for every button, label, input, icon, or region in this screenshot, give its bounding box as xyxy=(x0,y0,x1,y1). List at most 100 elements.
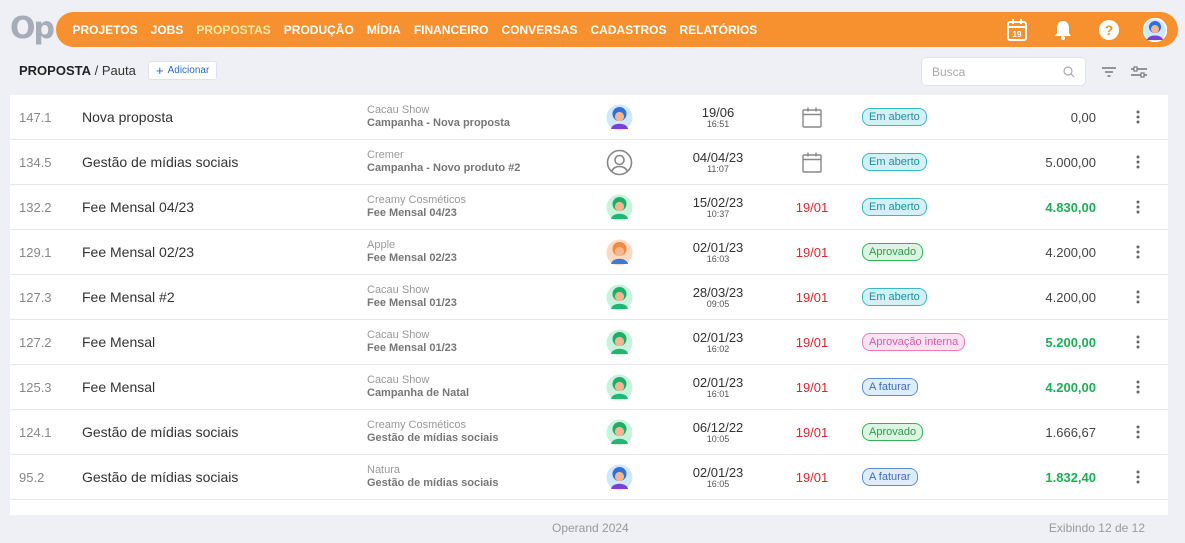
proposal-name[interactable]: Nova proposta xyxy=(82,95,173,139)
menu-item-6[interactable]: CONVERSAS xyxy=(495,23,584,37)
menu-item-3[interactable]: PRODUÇÃO xyxy=(277,23,360,37)
row-actions-button[interactable] xyxy=(1128,455,1148,499)
project-name: Fee Mensal 01/23 xyxy=(367,342,457,354)
responsible-avatar[interactable] xyxy=(606,140,633,184)
calendar-icon xyxy=(802,152,822,173)
breadcrumb-section[interactable]: PROPOSTA xyxy=(19,63,91,78)
responsible-avatar[interactable] xyxy=(606,455,633,499)
due-date[interactable]: 19/01 xyxy=(794,275,830,319)
table-row[interactable]: 95.2 Gestão de mídias sociais Natura Gestão… xyxy=(10,455,1168,500)
status-cell: Aprovação interna xyxy=(862,320,966,364)
menu-item-8[interactable]: RELATÓRIOS xyxy=(673,23,764,37)
user-avatar-button[interactable] xyxy=(1142,17,1168,43)
proposal-name[interactable]: Gestão de mídias sociais xyxy=(82,140,238,184)
menu-item-0[interactable]: PROJETOS xyxy=(66,23,144,37)
status-badge[interactable]: Em aberto xyxy=(862,198,927,216)
help-button[interactable]: ? xyxy=(1096,17,1122,43)
proposal-name[interactable]: Fee Mensal xyxy=(82,320,155,364)
more-vertical-icon xyxy=(1136,335,1140,349)
client-name: Creamy Cosméticos xyxy=(367,194,467,206)
client-name: Natura xyxy=(367,464,401,476)
project-name: Campanha de Natal xyxy=(367,387,470,399)
menu-item-4[interactable]: MÍDIA xyxy=(360,23,407,37)
notifications-button[interactable] xyxy=(1050,17,1076,43)
status-cell: Em aberto xyxy=(862,95,927,139)
menu-item-2[interactable]: PROPOSTAS xyxy=(190,23,277,37)
row-actions-button[interactable] xyxy=(1128,365,1148,409)
calendar-button[interactable]: 19 xyxy=(1004,17,1030,43)
responsible-avatar[interactable] xyxy=(606,185,633,229)
table-row[interactable]: 147.1 Nova proposta Cacau Show Campanha - N… xyxy=(10,95,1168,140)
row-actions-button[interactable] xyxy=(1128,185,1148,229)
status-badge[interactable]: Aprovado xyxy=(862,423,924,441)
row-actions-button[interactable] xyxy=(1128,275,1148,319)
proposal-name[interactable]: Fee Mensal 04/23 xyxy=(82,185,194,229)
due-date[interactable]: 19/01 xyxy=(794,320,830,364)
status-cell: Aprovado xyxy=(862,230,924,274)
more-vertical-icon xyxy=(1136,380,1140,394)
menu-item-7[interactable]: CADASTROS xyxy=(584,23,673,37)
responsible-avatar[interactable] xyxy=(606,230,633,274)
responsible-avatar[interactable] xyxy=(606,365,633,409)
menu-item-1[interactable]: JOBS xyxy=(144,23,190,37)
responsible-avatar[interactable] xyxy=(606,410,633,454)
due-date-picker[interactable] xyxy=(794,95,830,139)
table-row[interactable]: 125.3 Fee Mensal Cacau Show Campanha de Nat… xyxy=(10,365,1168,410)
menu-item-5[interactable]: FINANCEIRO xyxy=(407,23,495,37)
client-name: Apple xyxy=(367,239,396,251)
row-actions-button[interactable] xyxy=(1128,95,1148,139)
due-date[interactable]: 19/01 xyxy=(794,365,830,409)
client-project: Natura Gestão de mídias sociais xyxy=(367,455,498,499)
status-badge[interactable]: Aprovado xyxy=(862,243,924,261)
table-row[interactable]: 127.2 Fee Mensal Cacau Show Fee Mensal 01/2… xyxy=(10,320,1168,365)
more-vertical-icon xyxy=(1136,425,1140,439)
operand-logo[interactable]: Op xyxy=(10,12,55,46)
status-badge[interactable]: A faturar xyxy=(862,378,918,396)
table-row[interactable]: 129.1 Fee Mensal 02/23 Apple Fee Mensal 02/… xyxy=(10,230,1168,275)
client-project: Cremer Campanha - Novo produto #2 xyxy=(367,140,520,184)
due-date[interactable]: 19/01 xyxy=(794,455,830,499)
proposal-name[interactable]: Fee Mensal 02/23 xyxy=(82,230,194,274)
table-row[interactable]: 134.5 Gestão de mídias sociais Cremer Campa… xyxy=(10,140,1168,185)
due-date[interactable]: 19/01 xyxy=(794,185,830,229)
responsible-avatar[interactable] xyxy=(606,95,633,139)
due-date-picker[interactable] xyxy=(794,140,830,184)
status-badge[interactable]: A faturar xyxy=(862,468,918,486)
status-badge[interactable]: Em aberto xyxy=(862,288,927,306)
client-project: Creamy Cosméticos Gestão de mídias sociai… xyxy=(367,410,498,454)
table-row[interactable]: 127.3 Fee Mensal #2 Cacau Show Fee Mensal 0… xyxy=(10,275,1168,320)
created-date: 02/01/23 16:01 xyxy=(680,365,756,409)
time-value: 10:05 xyxy=(706,433,730,444)
created-date: 19/06 16:51 xyxy=(680,95,756,139)
created-date: 28/03/23 09:05 xyxy=(680,275,756,319)
status-badge[interactable]: Aprovação interna xyxy=(862,333,966,351)
proposal-name[interactable]: Fee Mensal xyxy=(82,365,155,409)
footer: Operand 2024 Exibindo 12 de 12 xyxy=(0,515,1185,543)
row-actions-button[interactable] xyxy=(1128,140,1148,184)
responsible-avatar[interactable] xyxy=(606,275,633,319)
date-value: 04/04/23 xyxy=(692,149,744,165)
settings-sliders-icon[interactable] xyxy=(1130,64,1148,80)
created-date: 15/02/23 10:37 xyxy=(680,185,756,229)
row-actions-button[interactable] xyxy=(1128,410,1148,454)
more-vertical-icon xyxy=(1136,245,1140,259)
filter-icon[interactable] xyxy=(1100,64,1118,80)
due-date[interactable]: 19/01 xyxy=(794,410,830,454)
row-actions-button[interactable] xyxy=(1128,230,1148,274)
proposal-name[interactable]: Gestão de mídias sociais xyxy=(82,455,238,499)
more-vertical-icon xyxy=(1136,110,1140,124)
due-date[interactable]: 19/01 xyxy=(794,230,830,274)
add-button[interactable]: + Adicionar xyxy=(148,61,218,80)
status-badge[interactable]: Em aberto xyxy=(862,108,927,126)
status-badge[interactable]: Em aberto xyxy=(862,153,927,171)
proposal-name[interactable]: Gestão de mídias sociais xyxy=(82,410,238,454)
created-date: 04/04/23 11:07 xyxy=(680,140,756,184)
row-actions-button[interactable] xyxy=(1128,320,1148,364)
table-row[interactable]: 132.2 Fee Mensal 04/23 Creamy Cosméticos Fe… xyxy=(10,185,1168,230)
proposal-name[interactable]: Fee Mensal #2 xyxy=(82,275,175,319)
search-input[interactable] xyxy=(932,64,1052,79)
responsible-avatar[interactable] xyxy=(606,320,633,364)
time-value: 16:01 xyxy=(706,388,730,399)
table-row[interactable]: 124.1 Gestão de mídias sociais Creamy Cosm… xyxy=(10,410,1168,455)
client-project: Cacau Show Campanha de Natal xyxy=(367,365,469,409)
